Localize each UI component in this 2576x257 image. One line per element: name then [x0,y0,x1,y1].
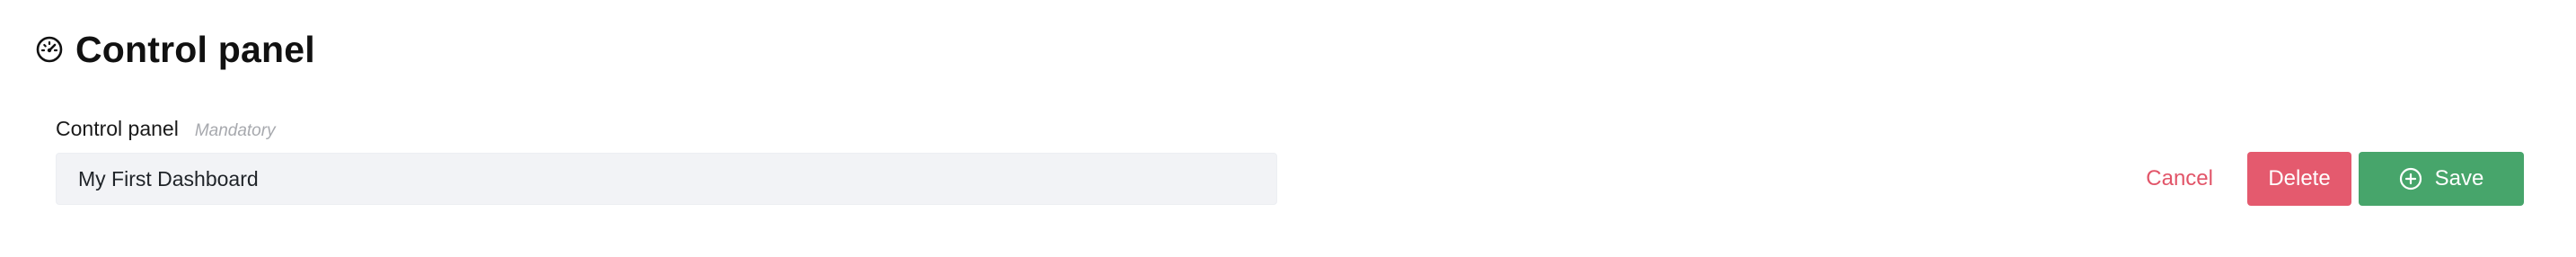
cancel-button[interactable]: Cancel [2122,152,2236,206]
control-panel-field: Control panel Mandatory [56,117,1277,205]
page-title: Control panel [75,28,315,70]
page-header: Control panel [34,27,315,72]
control-panel-name-input[interactable] [56,153,1277,205]
save-button-label: Save [2434,166,2484,191]
save-button[interactable]: Save [2359,152,2524,206]
mandatory-hint: Mandatory [194,121,276,140]
plus-circle-icon [2399,167,2422,191]
delete-button[interactable]: Delete [2247,152,2351,206]
control-panel-page: Control panel Control panel Mandatory Ca… [0,0,2576,257]
field-label-row: Control panel Mandatory [56,117,1277,144]
form-actions: Cancel Delete Save [2122,152,2524,206]
field-label: Control panel [56,117,179,140]
speedometer-icon [34,34,65,65]
